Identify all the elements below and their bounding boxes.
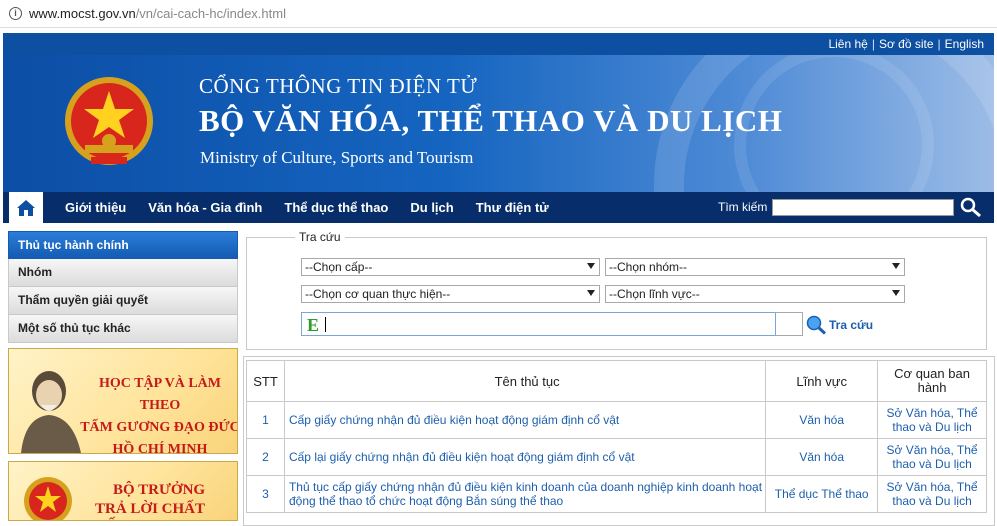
english-link[interactable]: English	[945, 37, 984, 51]
promo-title: BỘ TRƯỞNG	[113, 482, 206, 498]
home-button[interactable]	[9, 192, 43, 223]
table-row: 2 Cấp lại giấy chứng nhận đủ điều kiện h…	[246, 438, 987, 476]
promo-subtitle: TRẢ LỜI CHẤT VẤN	[95, 501, 205, 520]
text-caret	[325, 317, 326, 332]
nav-item-gioi-thieu[interactable]: Giới thiệu	[65, 200, 126, 215]
ministry-english-title: Ministry of Culture, Sports and Tourism	[200, 148, 474, 167]
keyword-input-extension[interactable]	[776, 312, 803, 336]
nav-item-du-lich[interactable]: Du lịch	[410, 200, 453, 215]
portrait-image	[21, 371, 81, 453]
procedure-link[interactable]: Cấp giấy chứng nhận đủ điều kiện hoạt độ…	[283, 401, 767, 439]
divider: |	[871, 37, 875, 51]
nav-item-thu-dien-tu[interactable]: Thư điện tử	[476, 200, 549, 215]
nav-item-van-hoa[interactable]: Văn hóa - Gia đình	[148, 200, 262, 215]
sitemap-link[interactable]: Sơ đồ site	[879, 37, 934, 51]
emblem-icon	[24, 477, 72, 520]
chevron-down-icon	[587, 290, 595, 296]
header-org: Cơ quan ban hành	[877, 360, 987, 402]
nav-item-the-duc[interactable]: Thể dục thể thao	[284, 200, 388, 215]
ministry-title: BỘ VĂN HÓA, THỂ THAO VÀ DU LỊCH	[199, 103, 783, 138]
header-name: Tên thủ tục	[283, 360, 767, 402]
sidebar-item-nhom[interactable]: Nhóm	[8, 259, 238, 287]
select-field[interactable]: --Chọn lĩnh vực--	[605, 285, 905, 303]
row-org: Sở Văn hóa, Thể thao và Du lịch	[877, 401, 987, 439]
select-group[interactable]: --Chọn nhóm--	[605, 258, 905, 276]
site-banner: CỔNG THÔNG TIN ĐIỆN TỬ BỘ VĂN HÓA, THỂ T…	[3, 55, 994, 192]
divider: |	[937, 37, 941, 51]
portal-title: CỔNG THÔNG TIN ĐIỆN TỬ	[199, 74, 478, 98]
table-row: 1 Cấp giấy chứng nhận đủ điều kiện hoạt …	[246, 401, 987, 439]
sidebar-item-tham-quyen[interactable]: Thẩm quyền giải quyết	[8, 287, 238, 315]
search-label: Tìm kiếm	[718, 200, 768, 214]
row-stt: 1	[246, 401, 285, 439]
select-level[interactable]: --Chọn cấp--	[301, 258, 600, 276]
lookup-search-button[interactable]: Tra cứu	[805, 315, 873, 335]
promo-text: HỌC TẬP VÀ LÀM THEO TẤM GƯƠNG ĐẠO ĐỨC HỒ…	[80, 376, 238, 454]
home-icon	[17, 199, 35, 216]
select-agency[interactable]: --Chọn cơ quan thực hiện--	[301, 285, 600, 303]
sidebar-item-khac[interactable]: Một số thủ tục khác	[8, 315, 238, 343]
top-links-bar: Liên hệ | Sơ đồ site | English	[3, 33, 994, 55]
row-field: Văn hóa	[765, 438, 879, 476]
row-stt: 2	[246, 438, 285, 476]
minister-qa-banner[interactable]: BỘ TRƯỞNG TRẢ LỜI CHẤT VẤN	[8, 461, 238, 521]
national-emblem-icon[interactable]	[63, 75, 155, 175]
sidebar-item-thu-tuc[interactable]: Thủ tục hành chính	[8, 231, 238, 259]
procedure-link[interactable]: Cấp lại giấy chứng nhận đủ điều kiện hoạ…	[283, 438, 767, 476]
row-field: Văn hóa	[765, 401, 879, 439]
magnifier-icon	[806, 315, 827, 335]
table-header-row: STT Tên thủ tục Lĩnh vực Cơ quan ban hàn…	[246, 360, 987, 402]
url-path: /vn/cai-cach-hc/index.html	[135, 6, 286, 21]
search-icon[interactable]	[960, 197, 982, 217]
site-search-input[interactable]	[772, 199, 954, 216]
main-nav: Giới thiệu Văn hóa - Gia đình Thể dục th…	[3, 192, 994, 223]
chevron-down-icon	[892, 263, 900, 269]
chevron-down-icon	[587, 263, 595, 269]
info-icon[interactable]: i	[9, 7, 22, 20]
contact-link[interactable]: Liên hệ	[828, 37, 867, 51]
header-field: Lĩnh vực	[765, 360, 879, 402]
sidebar: Thủ tục hành chính Nhóm Thẩm quyền giải …	[8, 231, 238, 343]
ime-indicator-icon: E	[307, 315, 320, 335]
chevron-down-icon	[892, 290, 900, 296]
lookup-legend: Tra cứu	[295, 230, 345, 244]
row-org: Sở Văn hóa, Thể thao và Du lịch	[877, 438, 987, 476]
address-bar[interactable]: i www.mocst.gov.vn/vn/cai-cach-hc/index.…	[0, 0, 997, 28]
procedures-table: STT Tên thủ tục Lĩnh vực Cơ quan ban hàn…	[246, 360, 987, 513]
ho-chi-minh-banner[interactable]: HỌC TẬP VÀ LÀM THEO TẤM GƯƠNG ĐẠO ĐỨC HỒ…	[8, 348, 238, 454]
header-stt: STT	[246, 360, 285, 402]
url-domain: www.mocst.gov.vn	[29, 6, 136, 21]
keyword-input[interactable]: E	[301, 312, 776, 336]
